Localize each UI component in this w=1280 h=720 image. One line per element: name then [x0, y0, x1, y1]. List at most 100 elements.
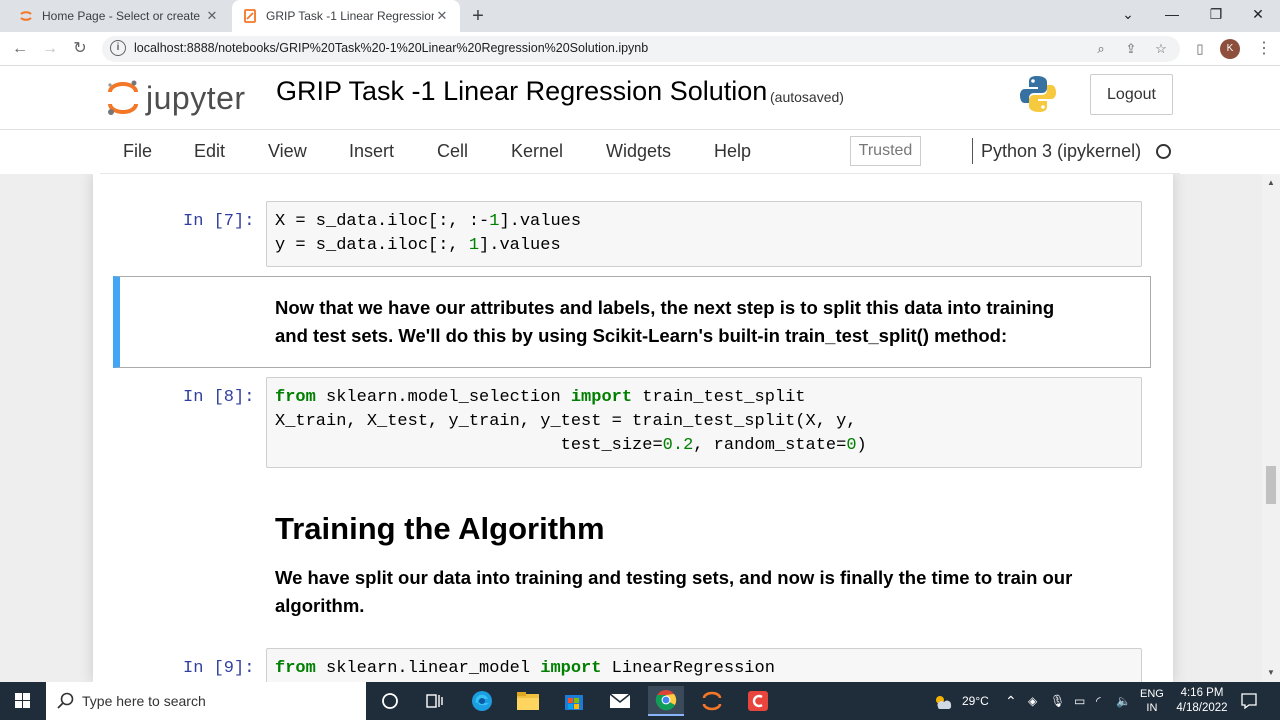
- notification-center-icon[interactable]: [1240, 682, 1258, 720]
- python-logo-icon: [1020, 76, 1056, 112]
- jupyter-logo-text: jupyter: [146, 80, 246, 116]
- tab-title: GRIP Task -1 Linear Regression Solution: [266, 9, 434, 23]
- chevron-down-icon[interactable]: ⌄: [1106, 0, 1150, 30]
- bookmark-star-icon[interactable]: ☆: [1152, 40, 1170, 58]
- menu-insert[interactable]: Insert: [349, 141, 394, 162]
- notebook-title[interactable]: GRIP Task -1 Linear Regression Solution: [276, 76, 767, 107]
- mail-icon[interactable]: [602, 686, 638, 716]
- code-line: X_train, X_test, y_train, y_test = train…: [275, 412, 857, 431]
- side-panel-icon[interactable]: ▯: [1188, 37, 1212, 61]
- cell-prompt: In [7]:: [183, 212, 255, 231]
- search-placeholder: Type here to search: [82, 693, 206, 709]
- more-options-icon[interactable]: ⋮: [1252, 37, 1276, 61]
- windows-start-icon[interactable]: [0, 682, 46, 720]
- kernel-divider: [972, 138, 973, 164]
- code-cell-9[interactable]: from sklearn.linear_model import LinearR…: [266, 648, 1142, 682]
- notebook-page: In [7]: X = s_data.iloc[:, :-1].values y…: [93, 174, 1173, 682]
- search-icon: [57, 692, 74, 709]
- clock-time: 4:16 PM: [1180, 687, 1224, 699]
- jupyter-app-icon[interactable]: [694, 686, 730, 716]
- forward-arrow-icon[interactable]: →: [38, 37, 62, 61]
- browser-tab-strip: Home Page - Select or create a notebook …: [0, 0, 1280, 32]
- autosave-status: (autosaved): [770, 89, 844, 105]
- page-scrollbar[interactable]: ▲ ▼: [1262, 174, 1280, 682]
- app-icon[interactable]: [740, 686, 776, 716]
- close-window-button[interactable]: ✕: [1236, 0, 1280, 30]
- menu-kernel[interactable]: Kernel: [511, 141, 563, 162]
- markdown-text: We have split our data into training and…: [275, 567, 1073, 588]
- menu-file[interactable]: File: [123, 141, 152, 162]
- weather-temperature[interactable]: 29°C: [962, 682, 989, 720]
- menu-widgets[interactable]: Widgets: [606, 141, 671, 162]
- tray-chevron-up-icon[interactable]: ⌃: [1005, 682, 1017, 720]
- windows-taskbar: Type here to search 29°C ⌃ ◈ 🎙 ▭ ◜ 🔈 ENG…: [0, 682, 1280, 720]
- new-tab-button[interactable]: +: [468, 4, 488, 28]
- address-bar[interactable]: i localhost:8888/notebooks/GRIP%20Task%2…: [102, 36, 1180, 62]
- site-info-icon[interactable]: i: [110, 40, 126, 56]
- code-line: from sklearn.linear_model import LinearR…: [275, 659, 775, 678]
- share-icon[interactable]: ⇪: [1122, 40, 1140, 58]
- microsoft-store-icon[interactable]: [556, 686, 592, 716]
- markdown-heading: Training the Algorithm: [275, 511, 605, 546]
- jupyter-favicon-icon: [20, 11, 32, 21]
- scroll-down-arrow-icon[interactable]: ▼: [1262, 668, 1280, 677]
- code-line: from sklearn.model_selection import trai…: [275, 388, 806, 407]
- language-code: ENG: [1140, 688, 1164, 700]
- code-line: X = s_data.iloc[:, :-1].values: [275, 212, 582, 231]
- tab-home-page[interactable]: Home Page - Select or create a notebook …: [8, 0, 230, 32]
- menu-cell[interactable]: Cell: [437, 141, 468, 162]
- jupyter-logo-icon: [108, 80, 138, 115]
- clock-date: 4/18/2022: [1176, 702, 1228, 714]
- logout-button[interactable]: Logout: [1090, 74, 1173, 115]
- markdown-text: and test sets. We'll do this by using Sc…: [275, 325, 1008, 346]
- url-text[interactable]: localhost:8888/notebooks/GRIP%20Task%20-…: [134, 41, 648, 55]
- zoom-icon[interactable]: ⌕: [1092, 40, 1110, 58]
- scroll-up-arrow-icon[interactable]: ▲: [1262, 178, 1280, 187]
- back-arrow-icon[interactable]: ←: [8, 37, 32, 61]
- browser-toolbar: ← → ↻ i localhost:8888/notebooks/GRIP%20…: [0, 32, 1280, 66]
- clock[interactable]: 4:16 PM 4/18/2022: [1174, 682, 1230, 720]
- notebook-favicon-icon: [244, 9, 256, 23]
- cortana-icon[interactable]: [372, 686, 408, 716]
- kernel-name: Python 3 (ipykernel): [981, 141, 1142, 161]
- code-line: y = s_data.iloc[:, 1].values: [275, 236, 561, 255]
- chrome-icon[interactable]: [648, 686, 684, 716]
- trusted-indicator[interactable]: Trusted: [850, 136, 921, 166]
- restore-button[interactable]: ❐: [1194, 0, 1238, 30]
- code-cell-8[interactable]: from sklearn.model_selection import trai…: [266, 377, 1142, 468]
- edge-browser-icon[interactable]: [464, 686, 500, 716]
- notebook-scroll-area[interactable]: In [7]: X = s_data.iloc[:, :-1].values y…: [0, 174, 1280, 682]
- scrollbar-thumb[interactable]: [1266, 466, 1276, 504]
- taskbar-search-box[interactable]: Type here to search: [46, 682, 366, 720]
- volume-icon[interactable]: 🔈: [1116, 682, 1131, 720]
- profile-avatar[interactable]: K: [1220, 39, 1240, 59]
- battery-icon[interactable]: ▭: [1074, 682, 1085, 720]
- file-explorer-icon[interactable]: [510, 686, 546, 716]
- wifi-icon[interactable]: ◜: [1096, 682, 1101, 720]
- microphone-icon[interactable]: 🎙: [1050, 682, 1065, 720]
- code-cell-7[interactable]: X = s_data.iloc[:, :-1].values y = s_dat…: [266, 201, 1142, 267]
- reload-icon[interactable]: ↻: [68, 37, 92, 61]
- close-tab-icon[interactable]: ✕: [434, 8, 450, 24]
- language-indicator[interactable]: ENG IN: [1140, 682, 1164, 720]
- notebook-menubar: File Edit View Insert Cell Kernel Widget…: [100, 130, 1180, 174]
- jupyter-logo[interactable]: jupyter: [106, 72, 256, 122]
- markdown-text: Now that we have our attributes and labe…: [275, 297, 1055, 318]
- meet-now-icon[interactable]: ◈: [1028, 682, 1037, 720]
- code-line: test_size=0.2, random_state=0): [275, 436, 867, 455]
- cell-prompt: In [9]:: [183, 659, 255, 678]
- menu-edit[interactable]: Edit: [194, 141, 225, 162]
- kernel-idle-icon: [1156, 144, 1171, 159]
- menu-help[interactable]: Help: [714, 141, 751, 162]
- minimize-button[interactable]: —: [1150, 0, 1194, 30]
- jupyter-header: jupyter GRIP Task -1 Linear Regression S…: [0, 66, 1280, 130]
- menu-view[interactable]: View: [268, 141, 307, 162]
- task-view-icon[interactable]: [416, 686, 452, 716]
- close-tab-icon[interactable]: ✕: [204, 8, 220, 24]
- tab-notebook[interactable]: GRIP Task -1 Linear Regression Solution …: [232, 0, 460, 32]
- markdown-text: algorithm.: [275, 595, 365, 616]
- cell-prompt: In [8]:: [183, 388, 255, 407]
- weather-icon[interactable]: [932, 682, 954, 720]
- region-code: IN: [1146, 702, 1158, 714]
- tab-title: Home Page - Select or create a notebook: [42, 9, 204, 23]
